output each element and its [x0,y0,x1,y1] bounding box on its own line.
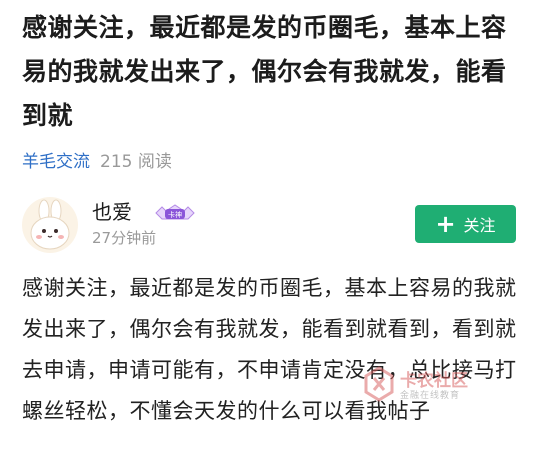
post-meta: 羊毛交流 215 阅读 [22,150,172,174]
bunny-avatar-icon[interactable] [22,197,78,253]
author-row: 也爱 卡神 27分钟前 + 关注 [22,197,522,253]
kanong-watermark: 卡农社区 金融在线教育 [362,364,490,408]
follow-label: 关注 [463,216,496,235]
kanong-logo-icon [364,366,394,402]
author-name[interactable]: 也爱 [92,199,132,225]
forum-link[interactable]: 羊毛交流 [22,150,90,174]
badge-label: 卡神 [168,210,182,219]
follow-button[interactable]: + 关注 [415,205,516,243]
post-title: 感谢关注，最近都是发的币圈毛，基本上容易的我就发出来了，偶尔会有我就发，能看到就 [22,13,507,130]
watermark-subtitle: 金融在线教育 [400,391,461,401]
post-time: 27分钟前 [92,229,157,247]
plus-icon: + [435,210,456,238]
read-count: 215 阅读 [100,152,172,172]
card-god-badge-icon: 卡神 [152,203,198,223]
